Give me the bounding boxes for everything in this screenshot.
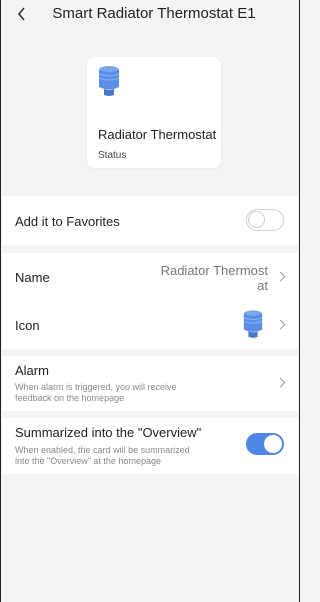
toggle-knob <box>248 211 265 228</box>
overview-toggle[interactable] <box>246 433 284 455</box>
top-bar: Smart Radiator Thermostat E1 <box>1 0 299 30</box>
name-value-line1: Radiator Thermost <box>160 263 268 278</box>
toggle-knob <box>264 435 282 453</box>
overview-row: Summarized into the "Overview" When enab… <box>2 418 298 474</box>
device-card[interactable]: Radiator Thermostat Status <box>87 57 221 168</box>
favorites-row: Add it to Favorites <box>2 196 298 245</box>
icon-row[interactable]: Icon <box>2 301 298 349</box>
chevron-right-icon <box>275 271 286 282</box>
app-screen: Smart Radiator Thermostat E1 Radiator Th… <box>0 0 300 602</box>
alarm-label: Alarm <box>15 363 49 378</box>
page-title: Smart Radiator Thermostat E1 <box>52 5 256 22</box>
alarm-description: When alarm is triggered, you will receiv… <box>15 382 215 404</box>
overview-description: When enabled, the card will be summarize… <box>15 445 215 467</box>
radiator-thermostat-icon <box>98 66 120 96</box>
overview-description-line1: When enabled, the card will be summarize… <box>15 445 190 455</box>
name-value-line2: at <box>257 278 268 293</box>
radiator-thermostat-icon <box>243 310 263 338</box>
favorites-toggle[interactable] <box>246 209 284 231</box>
favorites-label: Add it to Favorites <box>15 214 120 229</box>
overview-label: Summarized into the "Overview" <box>15 425 202 440</box>
name-label: Name <box>15 270 50 285</box>
chevron-right-icon <box>275 319 286 330</box>
overview-description-line2: into the "Overview" at the homepage <box>15 456 161 466</box>
icon-label: Icon <box>15 318 40 333</box>
alarm-description-line1: When alarm is triggered, you will receiv… <box>15 382 177 392</box>
device-name: Radiator Thermostat <box>98 127 217 142</box>
chevron-right-icon <box>275 377 286 388</box>
device-status: Status <box>98 150 127 161</box>
alarm-description-line2: feedback on the homepage <box>15 393 125 403</box>
alarm-row[interactable]: Alarm When alarm is triggered, you will … <box>2 356 298 411</box>
name-value: Radiator Thermost at <box>148 263 268 293</box>
